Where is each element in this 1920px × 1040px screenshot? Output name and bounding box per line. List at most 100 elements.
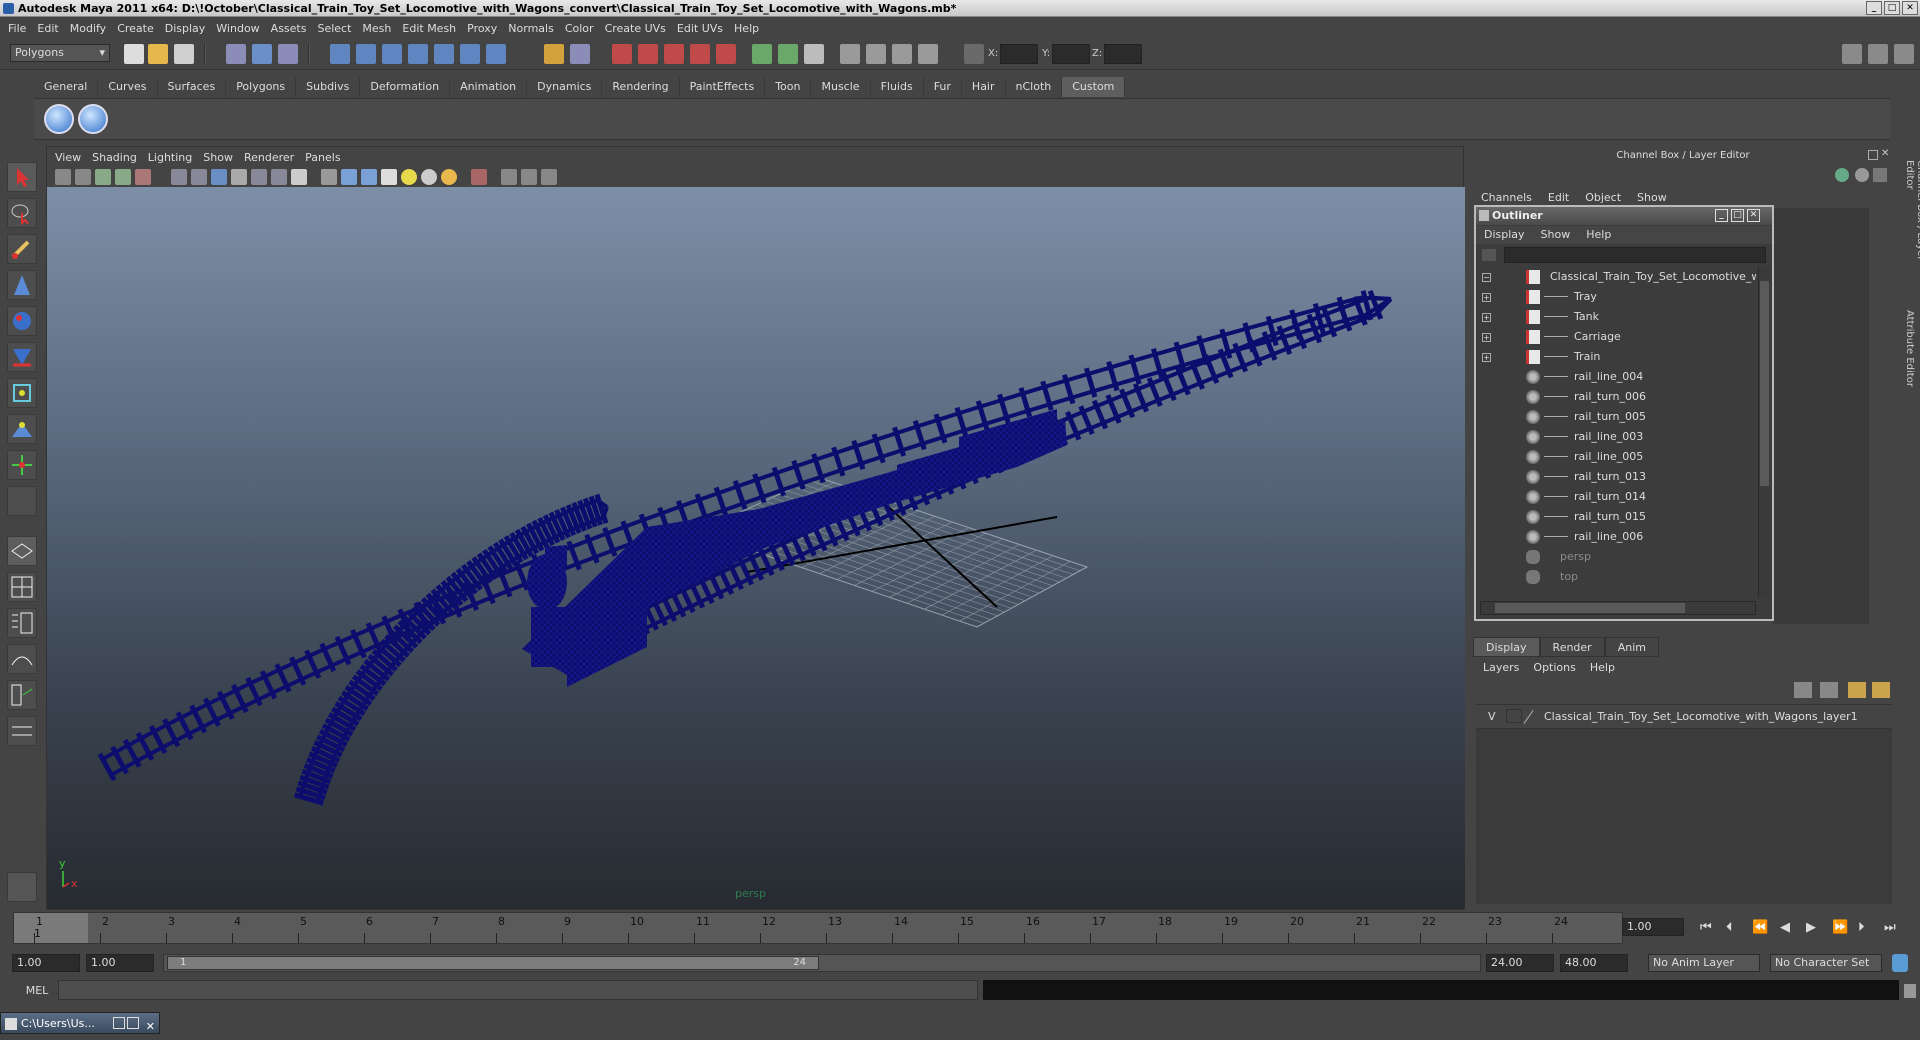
move-layer-down-icon[interactable] — [1820, 682, 1838, 698]
go-to-end-icon[interactable]: ⏭ — [1884, 920, 1896, 935]
select-tool-icon[interactable] — [7, 162, 37, 192]
move-layer-up-icon[interactable] — [1794, 682, 1812, 698]
menu-assets[interactable]: Assets — [267, 22, 314, 35]
menu-create[interactable]: Create — [113, 22, 161, 35]
viewport-menu-panels[interactable]: Panels — [305, 151, 351, 164]
layer-name[interactable]: Classical_Train_Toy_Set_Locomotive_with_… — [1544, 710, 1858, 723]
tab-fluids[interactable]: Fluids — [870, 77, 924, 97]
tab-render[interactable]: Render — [1539, 637, 1605, 657]
outliner-layout-icon[interactable] — [7, 608, 37, 638]
make-live-icon[interactable] — [434, 44, 454, 64]
tab-general[interactable]: General — [34, 77, 99, 97]
outliner-item[interactable]: rail_turn_015 — [1478, 507, 1756, 527]
soft-modification-icon[interactable] — [7, 414, 37, 444]
grid-toggle-icon[interactable] — [171, 169, 187, 185]
step-forward-icon[interactable]: ⏵ — [1858, 920, 1865, 935]
mode-selector[interactable]: Polygons ▾ — [10, 44, 110, 62]
shelf-checkmark-icon[interactable] — [44, 104, 74, 134]
menu-file[interactable]: File — [4, 22, 33, 35]
outliner-item[interactable]: rail_turn_005 — [1478, 407, 1756, 427]
z-field[interactable] — [1104, 44, 1142, 64]
outliner-item[interactable]: + Tank — [1478, 307, 1756, 327]
outliner-item[interactable]: + Train — [1478, 347, 1756, 367]
mel-language-toggle[interactable]: MEL — [16, 982, 58, 1000]
tab-hair[interactable]: Hair — [961, 77, 1006, 97]
tab-anim[interactable]: Anim — [1604, 637, 1659, 657]
panel-close-icon[interactable]: ✕ — [1881, 148, 1889, 159]
close-button[interactable]: ✕ — [1902, 1, 1918, 15]
backface-icon[interactable] — [521, 169, 537, 185]
script-layout-icon[interactable] — [7, 716, 37, 746]
outliner-menu-help[interactable]: Help — [1586, 226, 1627, 244]
shadows-icon[interactable] — [441, 169, 457, 185]
safe-title-icon[interactable] — [251, 169, 267, 185]
tab-surfaces[interactable]: Surfaces — [157, 77, 227, 97]
y-field[interactable] — [1052, 44, 1090, 64]
maximize-icon[interactable] — [127, 1017, 139, 1029]
tab-custom[interactable]: Custom — [1062, 77, 1126, 97]
tab-rendering[interactable]: Rendering — [602, 77, 680, 97]
lock-icon[interactable] — [544, 44, 564, 64]
menu-normals[interactable]: Normals — [504, 22, 561, 35]
channel-box-pin-icon[interactable] — [1873, 168, 1887, 182]
close-icon[interactable]: ✕ — [146, 1016, 155, 1038]
magnet-icon[interactable] — [612, 44, 632, 64]
camera-select-icon[interactable] — [55, 169, 71, 185]
outliner-item[interactable]: rail_turn_014 — [1478, 487, 1756, 507]
playback-end-field[interactable]: 24.00 — [1486, 954, 1554, 972]
textured-icon[interactable] — [381, 169, 397, 185]
show-channel-box-icon[interactable] — [1894, 44, 1914, 64]
layer-menu-help[interactable]: Help — [1590, 658, 1629, 678]
show-attribute-editor-icon[interactable] — [1842, 44, 1862, 64]
attribute-icon[interactable] — [866, 44, 886, 64]
outliner-item[interactable]: persp — [1478, 547, 1756, 567]
time-slider-bar[interactable]: 1 1 2 3 4 5 6 7 8 9 10 11 12 13 14 15 16 17 18 19 20 21 22 23 2… — [13, 912, 1623, 944]
menu-modify[interactable]: Modify — [66, 22, 113, 35]
expand-toggle-icon[interactable]: + — [1482, 333, 1491, 342]
select-by-object-icon[interactable] — [252, 44, 272, 64]
auto-key-icon[interactable] — [1892, 954, 1908, 972]
text-overlay-icon[interactable] — [291, 169, 307, 185]
tab-display[interactable]: Display — [1473, 637, 1540, 657]
panel-float-icon[interactable] — [1868, 150, 1878, 160]
minimize-button[interactable]: _ — [1866, 1, 1882, 15]
menu-proxy[interactable]: Proxy — [463, 22, 504, 35]
film-gate-icon[interactable] — [135, 169, 151, 185]
outliner-item[interactable]: rail_line_003 — [1478, 427, 1756, 447]
expand-toggle-icon[interactable]: + — [1482, 353, 1491, 362]
outliner-vertical-scrollbar[interactable] — [1758, 267, 1770, 597]
tab-fur[interactable]: Fur — [923, 77, 962, 97]
snap-edge-icon[interactable] — [716, 44, 736, 64]
menu-edit[interactable]: Edit — [33, 22, 65, 35]
xray-icon[interactable] — [271, 169, 287, 185]
step-forward-key-icon[interactable]: ⏩ — [1832, 920, 1848, 935]
outliner-close-button[interactable]: ✕ — [1747, 209, 1760, 222]
outliner-minimize-button[interactable]: _ — [1715, 209, 1728, 222]
animation-end-field[interactable]: 48.00 — [1560, 954, 1628, 972]
outliner-item[interactable]: rail_line_004 — [1478, 367, 1756, 387]
snap-point-icon[interactable] — [382, 44, 402, 64]
snap-view-plane-icon[interactable] — [408, 44, 428, 64]
four-view-layout-icon[interactable] — [7, 572, 37, 602]
play-backwards-icon[interactable]: ◀ — [1780, 920, 1790, 935]
menu-mesh[interactable]: Mesh — [358, 22, 398, 35]
script-editor-icon[interactable] — [1904, 984, 1916, 998]
menu-display[interactable]: Display — [161, 22, 213, 35]
outliner-item[interactable]: rail_line_006 — [1478, 527, 1756, 547]
outliner-item[interactable]: rail_turn_006 — [1478, 387, 1756, 407]
tab-animation[interactable]: Animation — [450, 77, 528, 97]
open-scene-icon[interactable] — [148, 44, 168, 64]
tab-curves[interactable]: Curves — [98, 77, 158, 97]
universal-manipulator-icon[interactable] — [7, 378, 37, 408]
side-tab-attribute-editor[interactable]: Attribute Editor — [1904, 310, 1915, 400]
outliner-maximize-button[interactable]: □ — [1731, 209, 1744, 222]
history-icon[interactable] — [460, 44, 480, 64]
channel-box-speed-icon[interactable] — [1855, 168, 1869, 182]
x-field[interactable] — [1000, 44, 1038, 64]
tab-subdivs[interactable]: Subdivs — [296, 77, 361, 97]
expand-toggle-icon[interactable]: + — [1482, 293, 1491, 302]
outliner-menu-display[interactable]: Display — [1484, 226, 1541, 244]
show-tool-settings-icon[interactable] — [1868, 44, 1888, 64]
animation-start-field[interactable]: 1.00 — [12, 954, 80, 972]
layer-menu-options[interactable]: Options — [1533, 658, 1589, 678]
